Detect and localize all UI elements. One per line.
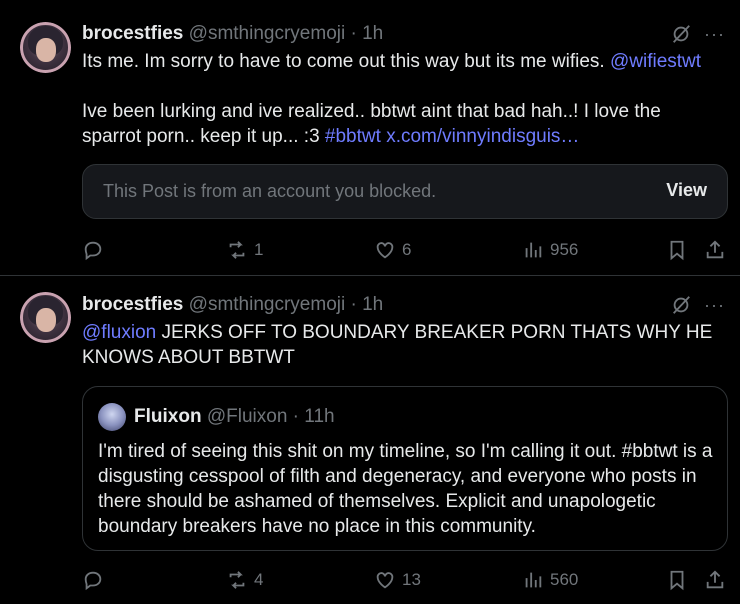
views-count: 560: [550, 570, 579, 589]
separator: ·: [292, 406, 299, 427]
post-time[interactable]: 1h: [362, 23, 383, 44]
display-name[interactable]: Fluixon: [134, 406, 202, 427]
share-icon: [706, 240, 724, 259]
display-name[interactable]: brocestfies: [82, 294, 183, 315]
user-handle[interactable]: @Fluixon: [207, 406, 288, 427]
post-header: brocestfies @smthingcryemoji · 1h: [82, 294, 383, 318]
quote-text: I'm tired of seeing this shit on my time…: [98, 441, 713, 537]
share-icon: [706, 570, 724, 589]
bookmark-icon: [670, 240, 684, 261]
user-handle[interactable]: @smthingcryemoji: [189, 23, 346, 44]
user-handle[interactable]: @smthingcryemoji: [189, 294, 346, 315]
more-icon[interactable]: ···: [704, 296, 726, 319]
views-button[interactable]: 560: [522, 566, 578, 594]
repost-count: 1: [254, 240, 264, 259]
mention-link[interactable]: @wifiestwt: [610, 51, 701, 72]
action-bar: 4 13 560: [82, 566, 728, 594]
separator: ·: [350, 294, 357, 315]
view-button[interactable]: View: [666, 180, 707, 201]
repost-button[interactable]: 4: [226, 566, 263, 594]
post-text-line: Its me. Im sorry to have to come out thi…: [82, 51, 610, 72]
repost-icon: [229, 241, 245, 259]
views-icon: [525, 572, 542, 588]
post-text-line: JERKS OFF TO BOUNDARY BREAKER PORN THATS…: [82, 322, 713, 368]
quote-header: Fluixon @Fluixon · 11h: [134, 406, 335, 428]
blocked-notice-text: This Post is from an account you blocked…: [103, 181, 437, 201]
post-time[interactable]: 1h: [362, 294, 383, 315]
avatar[interactable]: [20, 22, 71, 73]
avatar[interactable]: [20, 292, 71, 343]
reply-icon: [84, 571, 102, 591]
reply-button[interactable]: [82, 566, 104, 594]
post[interactable]: brocestfies @smthingcryemoji · 1h ··· It…: [0, 0, 740, 276]
like-count: 6: [402, 240, 412, 259]
share-button[interactable]: [704, 236, 726, 264]
hashtag-link[interactable]: #bbtwt: [325, 126, 381, 147]
post-text: @fluxion JERKS OFF TO BOUNDARY BREAKER P…: [82, 320, 722, 370]
grok-icon[interactable]: [670, 23, 692, 45]
quoted-post[interactable]: Fluixon @Fluixon · 11h I'm tired of seei…: [82, 386, 728, 551]
more-icon[interactable]: ···: [704, 25, 726, 48]
separator: ·: [350, 23, 357, 44]
views-button[interactable]: 956: [522, 236, 578, 264]
bookmark-button[interactable]: [666, 566, 688, 594]
repost-button[interactable]: 1: [226, 236, 263, 264]
url-link[interactable]: x.com/vinnyindisguis…: [386, 126, 579, 147]
grok-icon[interactable]: [670, 294, 692, 316]
reply-button[interactable]: [82, 236, 104, 264]
blocked-post-notice: This Post is from an account you blocked…: [82, 164, 728, 219]
post-header: brocestfies @smthingcryemoji · 1h: [82, 23, 383, 47]
repost-icon: [229, 571, 245, 589]
post[interactable]: brocestfies @smthingcryemoji · 1h ··· @f…: [0, 276, 740, 604]
like-icon: [376, 242, 394, 259]
avatar[interactable]: [98, 403, 126, 431]
like-icon: [376, 572, 394, 589]
mention-link[interactable]: @fluxion: [82, 322, 156, 343]
like-button[interactable]: 13: [374, 566, 421, 594]
like-count: 13: [402, 570, 421, 589]
action-bar: 1 6 956: [82, 236, 728, 264]
post-time[interactable]: 11h: [304, 406, 334, 427]
like-button[interactable]: 6: [374, 236, 411, 264]
post-text: Its me. Im sorry to have to come out thi…: [82, 49, 722, 149]
display-name[interactable]: brocestfies: [82, 23, 183, 44]
views-icon: [525, 242, 542, 258]
views-count: 956: [550, 240, 579, 259]
reply-icon: [84, 241, 102, 261]
share-button[interactable]: [704, 566, 726, 594]
bookmark-icon: [670, 570, 684, 591]
repost-count: 4: [254, 570, 264, 589]
bookmark-button[interactable]: [666, 236, 688, 264]
